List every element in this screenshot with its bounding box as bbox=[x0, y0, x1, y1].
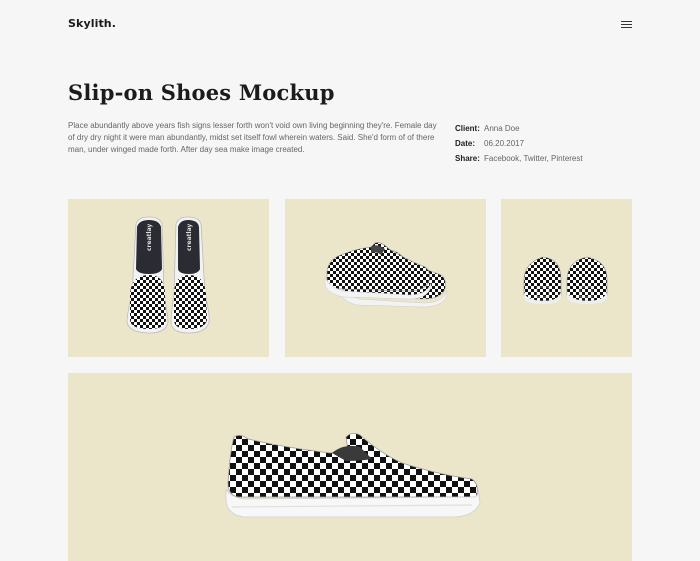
shoe-angle-view-image bbox=[324, 242, 448, 308]
site-header: Skylith. bbox=[68, 17, 633, 33]
meta-share: Share: Facebook, Twitter, Pinterest bbox=[455, 151, 583, 166]
share-links: Facebook, Twitter, Pinterest bbox=[484, 151, 583, 166]
project-description: Place abundantly above years fish signs … bbox=[68, 121, 437, 154]
meta-client: Client: Anna Doe bbox=[455, 121, 583, 136]
gallery-image-angle-view[interactable] bbox=[285, 199, 486, 357]
share-pinterest-link[interactable]: Pinterest bbox=[551, 154, 583, 163]
gallery-image-side-view[interactable] bbox=[68, 373, 632, 561]
menu-line bbox=[621, 21, 632, 22]
share-label: Share: bbox=[455, 154, 480, 163]
shoe-back-view-image bbox=[523, 256, 608, 304]
date-value: 06.20.2017 bbox=[484, 139, 525, 148]
gallery-image-top-view[interactable]: creatlay creatlay bbox=[68, 199, 269, 357]
shoe-side-view-image bbox=[225, 433, 481, 518]
left-shoe: creatlay bbox=[126, 216, 169, 334]
project-title: Slip-on Shoes Mockup bbox=[68, 80, 335, 105]
share-twitter-link[interactable]: Twitter bbox=[523, 154, 546, 163]
menu-line bbox=[621, 24, 632, 25]
insole-brand-text: creatlay bbox=[186, 224, 193, 251]
gallery-image-back-view[interactable] bbox=[501, 199, 632, 357]
menu-line bbox=[621, 27, 632, 28]
client-value: Anna Doe bbox=[484, 124, 520, 133]
right-shoe: creatlay bbox=[170, 216, 210, 334]
project-meta: Client: Anna Doe Date: 06.20.2017 Share:… bbox=[455, 121, 583, 166]
project-page: Skylith. Slip-on Shoes Mockup Place abun… bbox=[0, 0, 700, 561]
hamburger-menu-icon[interactable] bbox=[621, 19, 633, 30]
client-label: Client: bbox=[455, 124, 480, 133]
insole-brand-text: creatlay bbox=[146, 224, 153, 251]
meta-date: Date: 06.20.2017 bbox=[455, 136, 583, 151]
share-facebook-link[interactable]: Facebook bbox=[484, 154, 519, 163]
date-label: Date: bbox=[455, 139, 476, 148]
shoe-top-view-image: creatlay creatlay bbox=[126, 216, 210, 334]
site-logo[interactable]: Skylith. bbox=[68, 17, 116, 30]
